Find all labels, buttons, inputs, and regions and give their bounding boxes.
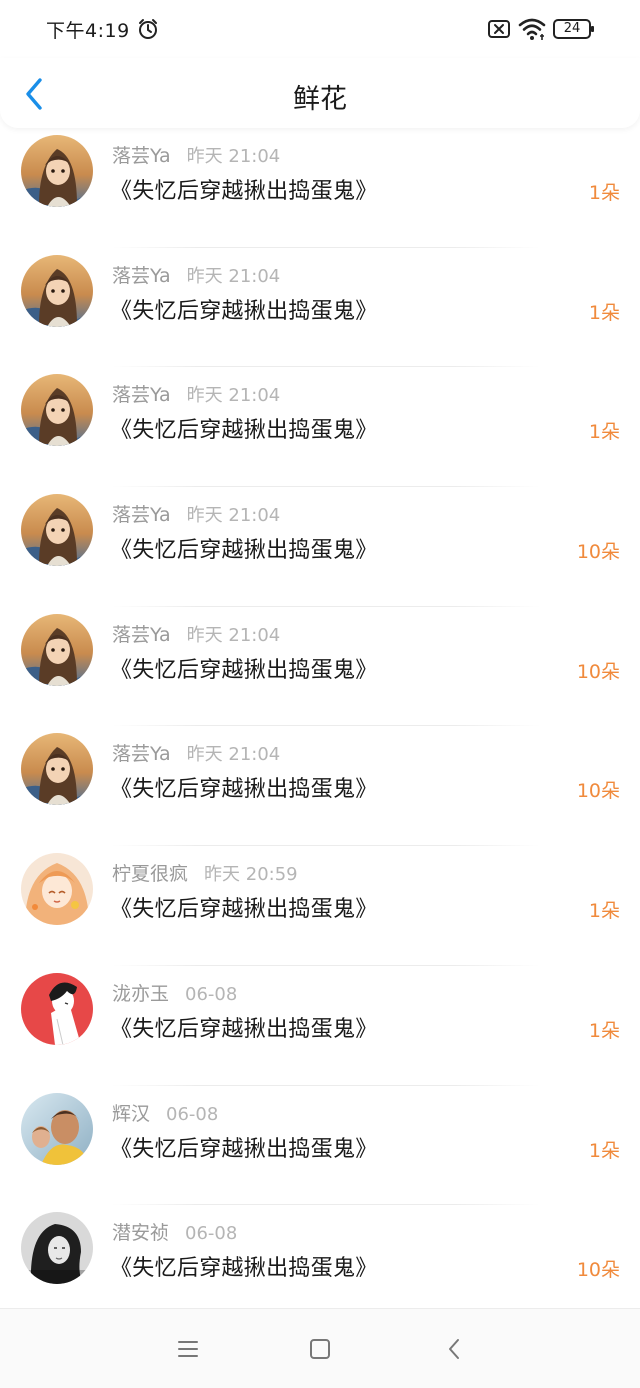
book-title: 《失忆后穿越揪出捣蛋鬼》 (110, 657, 378, 683)
user-name-text[interactable]: 落芸Ya (112, 384, 171, 406)
user-name[interactable]: 落芸Ya 昨天 21:04 (112, 739, 280, 766)
list-item[interactable]: 辉汉 06-08 《失忆后穿越揪出捣蛋鬼》 1朵 (0, 1086, 640, 1206)
timestamp: 06-08 (185, 983, 238, 1005)
flower-count: 1朵 (588, 1139, 620, 1162)
avatar[interactable] (21, 494, 93, 567)
avatar[interactable] (21, 374, 93, 447)
back-nav-icon[interactable] (446, 1337, 462, 1361)
flower-count: 1朵 (588, 1019, 620, 1042)
user-name[interactable]: 落芸Ya 昨天 21:04 (112, 380, 280, 407)
flower-count: 10朵 (576, 660, 620, 683)
home-icon[interactable] (309, 1338, 331, 1360)
timestamp: 昨天 21:04 (186, 385, 281, 407)
user-name[interactable]: 泷亦玉 06-08 (112, 979, 237, 1006)
user-name[interactable]: 落芸Ya 昨天 21:04 (112, 261, 280, 288)
list-item[interactable]: 柠夏很疯 昨天 20:59 《失忆后穿越揪出捣蛋鬼》 1朵 (0, 846, 640, 966)
menu-icon[interactable] (177, 1339, 199, 1359)
flower-count: 1朵 (588, 182, 620, 204)
user-name-text[interactable]: 落芸Ya (112, 265, 171, 287)
timestamp: 06-08 (166, 1103, 219, 1125)
list-item[interactable]: 落芸Ya 昨天 21:04 《失忆后穿越揪出捣蛋鬼》 10朵 (0, 487, 640, 607)
flower-list[interactable]: 落芸Ya 昨天 21:04 《失忆后穿越揪出捣蛋鬼》 1朵 落芸Ya 昨天 21:04 《失… (0, 128, 640, 1308)
user-name[interactable]: 潜安祯 06-08 (112, 1218, 237, 1245)
book-title: 《失忆后穿越揪出捣蛋鬼》 (110, 1016, 378, 1042)
flower-count: 10朵 (576, 1259, 620, 1282)
flower-count: 1朵 (588, 301, 620, 324)
avatar[interactable] (21, 853, 93, 926)
list-item[interactable]: 落芸Ya 昨天 21:04 《失忆后穿越揪出捣蛋鬼》 1朵 (0, 248, 640, 368)
timestamp: 昨天 21:04 (186, 505, 281, 527)
timestamp: 昨天 21:04 (186, 744, 281, 766)
list-item[interactable]: 泷亦玉 06-08 《失忆后穿越揪出捣蛋鬼》 1朵 (0, 966, 640, 1086)
alarm-icon (139, 19, 157, 39)
user-name[interactable]: 落芸Ya 昨天 21:04 (112, 620, 280, 647)
avatar[interactable] (21, 1092, 93, 1165)
list-item[interactable]: 潜安祯 06-08 《失忆后穿越揪出捣蛋鬼》 10朵 (0, 1205, 640, 1308)
status-bar: 下午4:19 24 (0, 0, 640, 58)
title-bar: 鲜花 (0, 58, 640, 128)
book-title: 《失忆后穿越揪出捣蛋鬼》 (110, 777, 378, 803)
list-item[interactable]: 落芸Ya 昨天 21:04 《失忆后穿越揪出捣蛋鬼》 10朵 (0, 607, 640, 727)
book-title: 《失忆后穿越揪出捣蛋鬼》 (110, 418, 378, 444)
book-title: 《失忆后穿越揪出捣蛋鬼》 (110, 1256, 378, 1282)
user-name[interactable]: 辉汉 06-08 (112, 1099, 218, 1126)
user-name-text[interactable]: 落芸Ya (112, 504, 171, 526)
user-name-text[interactable]: 落芸Ya (112, 624, 171, 646)
system-nav-bar (0, 1308, 640, 1388)
avatar[interactable] (21, 254, 93, 327)
flower-count: 10朵 (576, 541, 620, 564)
user-name[interactable]: 柠夏很疯 昨天 20:59 (112, 859, 298, 886)
book-title: 《失忆后穿越揪出捣蛋鬼》 (110, 298, 378, 324)
timestamp: 昨天 21:04 (186, 624, 281, 646)
flower-count: 1朵 (588, 900, 620, 923)
avatar[interactable] (21, 135, 93, 207)
flower-count: 1朵 (588, 421, 620, 444)
avatar[interactable] (21, 1212, 93, 1285)
status-time: 下午4:19 (46, 20, 130, 42)
book-title: 《失忆后穿越揪出捣蛋鬼》 (110, 897, 378, 923)
wifi-icon (518, 18, 546, 40)
no-sim-icon (488, 20, 510, 38)
timestamp: 昨天 20:59 (204, 864, 298, 886)
timestamp: 06-08 (185, 1223, 238, 1245)
user-name-text[interactable]: 潜安祯 (112, 1222, 169, 1244)
timestamp: 昨天 21:04 (186, 146, 281, 167)
timestamp: 昨天 21:04 (186, 265, 281, 287)
user-name-text[interactable]: 落芸Ya (112, 743, 171, 765)
user-name-text[interactable]: 落芸Ya (112, 145, 171, 167)
list-item[interactable]: 落芸Ya 昨天 21:04 《失忆后穿越揪出捣蛋鬼》 1朵 (0, 128, 640, 248)
book-title: 《失忆后穿越揪出捣蛋鬼》 (110, 538, 378, 564)
page-title: 鲜花 (293, 84, 347, 115)
user-name-text[interactable]: 泷亦玉 (112, 983, 169, 1005)
list-item[interactable]: 落芸Ya 昨天 21:04 《失忆后穿越揪出捣蛋鬼》 10朵 (0, 726, 640, 846)
user-name[interactable]: 落芸Ya 昨天 21:04 (112, 500, 280, 527)
user-name[interactable]: 落芸Ya 昨天 21:04 (112, 141, 280, 168)
book-title: 《失忆后穿越揪出捣蛋鬼》 (110, 1136, 378, 1162)
user-name-text[interactable]: 辉汉 (112, 1103, 150, 1125)
list-item[interactable]: 落芸Ya 昨天 21:04 《失忆后穿越揪出捣蛋鬼》 1朵 (0, 367, 640, 487)
battery-level: 24 (563, 21, 581, 36)
book-title: 《失忆后穿越揪出捣蛋鬼》 (110, 179, 378, 204)
flower-count: 10朵 (576, 780, 620, 803)
avatar[interactable] (21, 613, 93, 686)
avatar[interactable] (21, 972, 93, 1045)
avatar[interactable] (21, 733, 93, 806)
user-name-text[interactable]: 柠夏很疯 (112, 863, 188, 885)
